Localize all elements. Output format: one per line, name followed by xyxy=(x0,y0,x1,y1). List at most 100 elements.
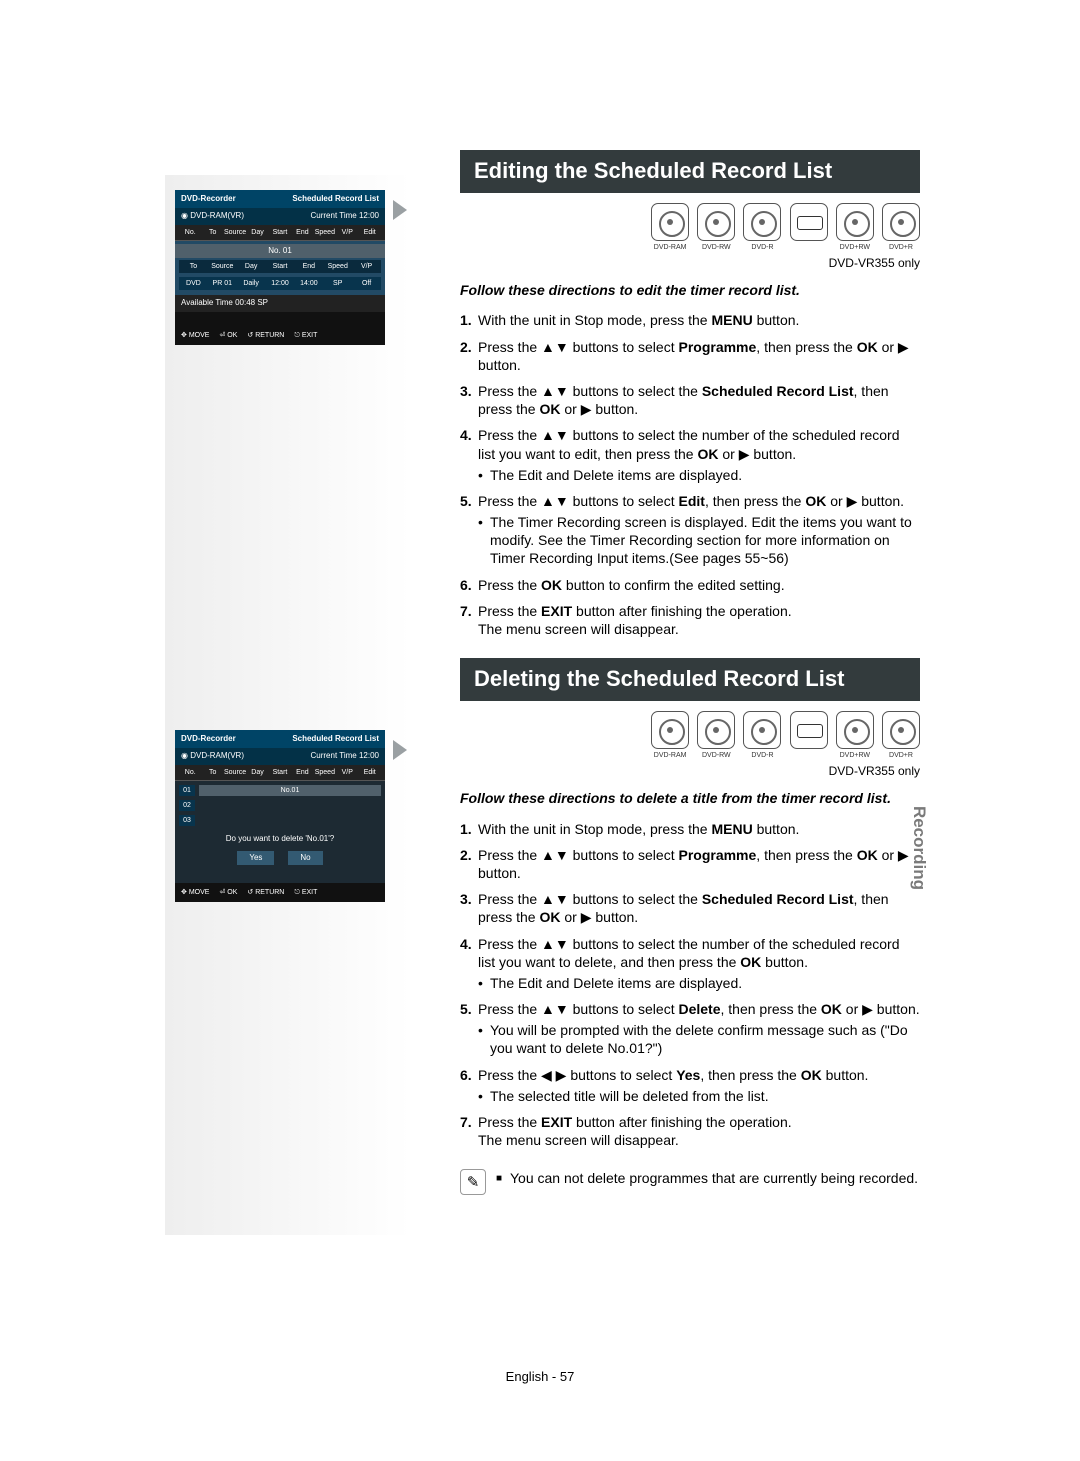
step-bold: EXIT xyxy=(541,603,572,619)
step-bold: Yes xyxy=(676,1067,700,1083)
osd-return: RETURN xyxy=(255,332,284,339)
steps-deleting: With the unit in Stop mode, press the ME… xyxy=(460,820,920,1150)
disc-icon: DVD-R xyxy=(743,203,781,241)
cassette-icon xyxy=(790,203,828,241)
step-text: Press the xyxy=(478,1114,541,1130)
disc-icon: DVD-RW xyxy=(697,203,735,241)
osd-rownum: 03 xyxy=(179,815,195,826)
osd-eval: Daily xyxy=(237,277,266,290)
step-bold: Edit xyxy=(678,493,704,509)
osd-col: End xyxy=(291,768,313,777)
osd-col: Edit xyxy=(359,768,381,777)
osd-row-label: No. 01 xyxy=(175,244,385,258)
heading-editing: Editing the Scheduled Record List xyxy=(460,150,920,193)
step-bold: OK xyxy=(801,1067,822,1083)
step-item: Press the ▲▼ buttons to select Edit, the… xyxy=(460,492,920,568)
step-text: or ▶ button. xyxy=(560,909,638,925)
step-bold: Programme xyxy=(678,339,756,355)
step-text: , then press the xyxy=(756,339,856,355)
step-text: Press the xyxy=(478,577,541,593)
osd-available-time: Available Time 00:48 SP xyxy=(175,295,385,311)
disc-icon: DVD+R xyxy=(882,203,920,241)
osd-device: DVD-Recorder xyxy=(181,734,236,744)
osd-exit: EXIT xyxy=(302,332,318,339)
step-text: , then press the xyxy=(721,1001,821,1017)
step-item: Press the ▲▼ buttons to select Programme… xyxy=(460,846,920,882)
osd-eval: PR 01 xyxy=(208,277,237,290)
osd-col: Source xyxy=(224,228,246,237)
osd-col: No. xyxy=(179,768,201,777)
model-note: DVD-VR355 only xyxy=(460,256,920,272)
step-text: Press the ▲▼ buttons to select the numbe… xyxy=(478,936,900,970)
osd-footer: ✥ MOVE ⏎ OK ↺ RETURN ⎋ EXIT xyxy=(175,883,385,902)
osd-rownum: 01 xyxy=(179,785,195,796)
osd-editor: No. 01 To Source Day Start End Speed V/P… xyxy=(175,241,385,296)
disc-icon: DVD-R xyxy=(743,711,781,749)
step-bold: Scheduled Record List xyxy=(702,383,854,399)
step-sub: The Edit and Delete items are displayed. xyxy=(478,974,920,992)
osd-ehead: Source xyxy=(208,260,237,273)
osd-ok: OK xyxy=(227,332,237,339)
note-text: You can not delete programmes that are c… xyxy=(496,1169,918,1195)
osd-col: Speed xyxy=(314,228,336,237)
step-sub: The Edit and Delete items are displayed. xyxy=(478,466,920,484)
osd-row-label: No.01 xyxy=(199,785,381,796)
osd-time-value: 12:00 xyxy=(359,211,379,220)
step-item: Press the ◀ ▶ buttons to select Yes, the… xyxy=(460,1066,920,1105)
step-sub: The selected title will be deleted from … xyxy=(478,1087,920,1105)
step-text: button. xyxy=(753,312,800,328)
step-bold: OK xyxy=(857,847,878,863)
osd-screenshot-edit: DVD-Recorder Scheduled Record List ◉ DVD… xyxy=(175,190,385,345)
step-bold: OK xyxy=(539,401,560,417)
step-text: button to confirm the edited setting. xyxy=(562,577,785,593)
step-bold: Scheduled Record List xyxy=(702,891,854,907)
model-note: DVD-VR355 only xyxy=(460,764,920,780)
disc-icon: DVD-RAM xyxy=(651,203,689,241)
osd-time-value: 12:00 xyxy=(359,751,379,760)
osd-ehead: To xyxy=(179,260,208,273)
osd-col: End xyxy=(291,228,313,237)
step-text: or ▶ button. xyxy=(826,493,904,509)
step-item: Press the ▲▼ buttons to select the Sched… xyxy=(460,890,920,926)
step-text: Press the ▲▼ buttons to select xyxy=(478,847,678,863)
osd-col: To xyxy=(201,228,223,237)
osd-col: Edit xyxy=(359,228,381,237)
step-bold: Delete xyxy=(678,1001,720,1017)
step-text: button. xyxy=(822,1067,869,1083)
osd-ehead: Start xyxy=(266,260,295,273)
step-bold: EXIT xyxy=(541,1114,572,1130)
step-bold: OK xyxy=(541,577,562,593)
step-bold: OK xyxy=(740,954,761,970)
osd-time-label: Current Time xyxy=(311,211,357,220)
disc-label: DVD+R xyxy=(889,243,913,252)
step-text: button after finishing the operation. xyxy=(572,603,791,619)
step-text: or ▶ button. xyxy=(718,446,796,462)
disc-icon: DVD-RW xyxy=(697,711,735,749)
step-text: button. xyxy=(761,954,808,970)
step-item: Press the EXIT button after finishing th… xyxy=(460,602,920,638)
disc-icon: DVD+RW xyxy=(836,203,874,241)
osd-rownum: 02 xyxy=(179,800,195,811)
osd-exit: EXIT xyxy=(302,889,318,896)
left-column: DVD-Recorder Scheduled Record List ◉ DVD… xyxy=(165,175,410,1235)
osd-col: To xyxy=(201,768,223,777)
osd-col: Source xyxy=(224,768,246,777)
osd-col: Speed xyxy=(314,768,336,777)
osd-list-title: Scheduled Record List xyxy=(292,734,379,744)
osd-columns: No. To Source Day Start End Speed V/P Ed… xyxy=(175,225,385,241)
step-text: , then press the xyxy=(705,493,805,509)
step-text: , then press the xyxy=(756,847,856,863)
step-item: Press the ▲▼ buttons to select the numbe… xyxy=(460,935,920,993)
step-item: Press the ▲▼ buttons to select Programme… xyxy=(460,338,920,374)
step-text: or ▶ button. xyxy=(560,401,638,417)
note-block: ✎ You can not delete programmes that are… xyxy=(460,1169,920,1195)
step-item: Press the OK button to confirm the edite… xyxy=(460,576,920,594)
triangle-pointer-icon xyxy=(393,740,407,760)
step-text: Press the ▲▼ buttons to select the xyxy=(478,383,702,399)
osd-move: MOVE xyxy=(189,889,210,896)
step-text: Press the ▲▼ buttons to select xyxy=(478,493,678,509)
osd-ok: OK xyxy=(227,889,237,896)
step-item: Press the ▲▼ buttons to select the Sched… xyxy=(460,382,920,418)
osd-media: DVD-RAM(VR) xyxy=(190,751,244,760)
step-text: Press the ▲▼ buttons to select xyxy=(478,339,678,355)
